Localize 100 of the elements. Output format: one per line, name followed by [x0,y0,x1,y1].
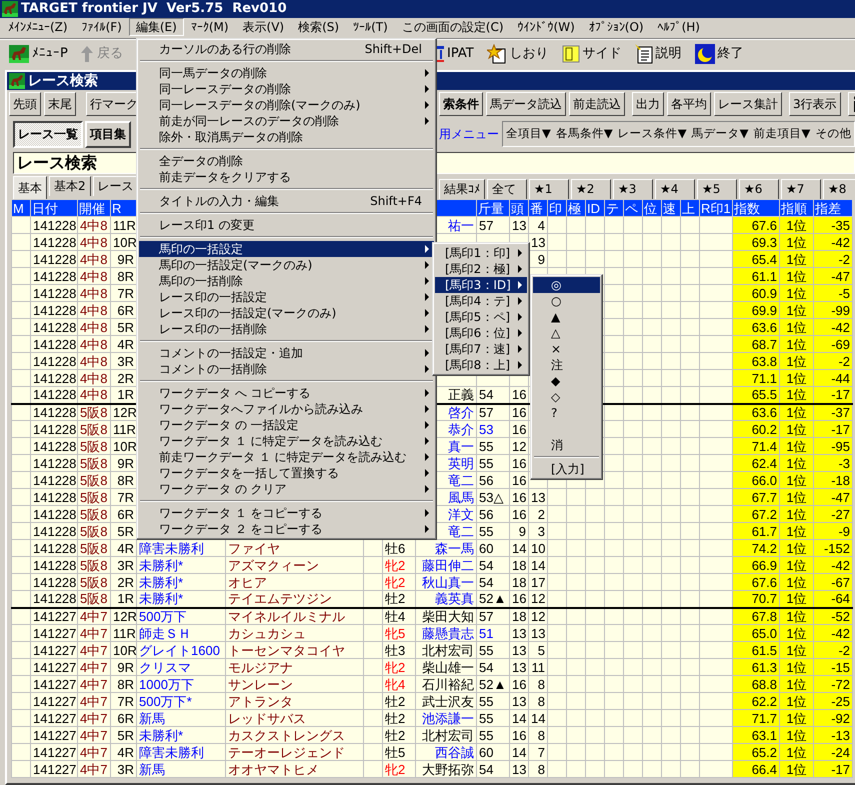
table-cell: 141227 [30,692,78,710]
table-cell: 未勝利* [136,556,226,574]
table-cell: ファイヤ [226,540,364,556]
table-cell: 1位 [780,352,814,370]
table-cell: -67 [814,574,852,590]
table-cell: 1位 [780,404,814,420]
table-cell: 5阪8 [78,590,110,608]
table-cell: 5阪8 [78,454,110,472]
table-cell: 67.8 [732,608,780,624]
table-cell: 5R [110,318,136,336]
table-cell: 11R [110,420,136,438]
table-cell: 4中7 [78,608,110,624]
table-cell: 12 [528,608,548,624]
table-cell: -92 [814,710,852,726]
table-cell: 16 [510,404,528,420]
table-cell: 52▲ [476,676,510,692]
table-cell: 55 [476,692,510,710]
table-cell: 60.9 [732,284,780,302]
table-cell: 障害未勝利 [136,540,226,556]
table-cell: 53 [476,420,510,438]
table-cell: 70.7 [732,590,780,608]
table-cell: -25 [814,692,852,710]
table-cell: 8R [110,676,136,692]
table-cell: 森一馬 [416,540,476,556]
table-cell: 4R [110,540,136,556]
table-cell: 5阪8 [78,506,110,522]
table-cell: 18 [510,608,528,624]
table-cell: 141228 [30,404,78,420]
table-cell: -17 [814,420,852,438]
table-cell: モルジアナ [226,658,364,676]
table-cell: 5阪8 [78,522,110,540]
table-cell: 67.2 [732,506,780,522]
table-cell: 65.5 [732,386,780,404]
table-cell: オオヤマトヒメ [226,760,364,778]
table-cell: 54 [476,386,510,404]
table-cell: 7R [110,488,136,506]
table-cell: 63.1 [732,726,780,744]
table-cell: 1位 [780,590,814,608]
shortcut-text: Shift+F4 [370,193,423,209]
table-cell: 1位 [780,540,814,556]
table-cell: 3R [110,760,136,778]
table-cell: アトランタ [226,692,364,710]
table-cell: 1位 [780,642,814,658]
table-cell: 71.1 [732,370,780,386]
table-cell: 54 [476,760,510,778]
table-cell: マイネルイルミナル [226,608,364,624]
table-cell: 57 [476,608,510,624]
table-cell: 61.7 [732,522,780,540]
table-cell: 141227 [30,744,78,760]
table-cell: -42 [814,624,852,642]
table-cell: 61.3 [732,658,780,676]
table-cell: 55 [476,642,510,658]
table-cell: 62.2 [732,692,780,710]
table-cell: 53△ [476,488,510,506]
table-cell: -72 [814,676,852,692]
table-cell: カシュカシュ [226,624,364,642]
table-cell: 1R [110,386,136,404]
table-cell: 61.1 [732,268,780,284]
table-cell: 8R [110,268,136,284]
table-cell: -44 [814,370,852,386]
table-cell: -9 [814,522,852,540]
table-cell: 義英真 [416,590,476,608]
table-cell: 61.5 [732,642,780,658]
table-cell: 牡2 [382,710,416,726]
table-cell: 2R [110,370,136,386]
table-cell: 牝4 [382,676,416,692]
table-cell: 57 [476,404,510,420]
table-cell: 68.7 [732,336,780,352]
table-cell: 1位 [780,268,814,284]
table-cell: 4中7 [78,624,110,642]
table-cell: クリスマ [136,658,226,676]
table-cell: -5 [814,284,852,302]
table-cell: 4中7 [78,692,110,710]
table-cell: 4中8 [78,370,110,386]
table-cell: 141228 [30,540,78,556]
table-cell: 1位 [780,336,814,352]
table-cell: 9R [110,658,136,676]
table-cell: 1位 [780,302,814,318]
table-cell: -3 [814,454,852,472]
table-cell: -18 [814,472,852,488]
table-cell: 1位 [780,760,814,778]
table-cell: 500万下* [136,692,226,710]
table-cell: 未勝利* [136,574,226,590]
table-cell: 1位 [780,216,814,234]
table-cell: 141228 [30,318,78,336]
table-cell: 500万下 [136,608,226,624]
table-cell: 1位 [780,454,814,472]
table-cell: 4中7 [78,710,110,726]
table-cell: 4中8 [78,216,110,234]
table-cell: 4中8 [78,268,110,284]
table-cell: 10R [110,642,136,658]
table-cell: 51 [476,624,510,642]
table-cell: 66.0 [732,472,780,488]
table-cell: 4中8 [78,386,110,404]
table-cell: -2 [814,250,852,268]
table-cell: 未勝利* [136,590,226,608]
table-cell: 141227 [30,760,78,778]
table-cell: 石川裕紀 [416,676,476,692]
table-cell: 西谷誠 [416,744,476,760]
table-cell: 1位 [780,386,814,404]
